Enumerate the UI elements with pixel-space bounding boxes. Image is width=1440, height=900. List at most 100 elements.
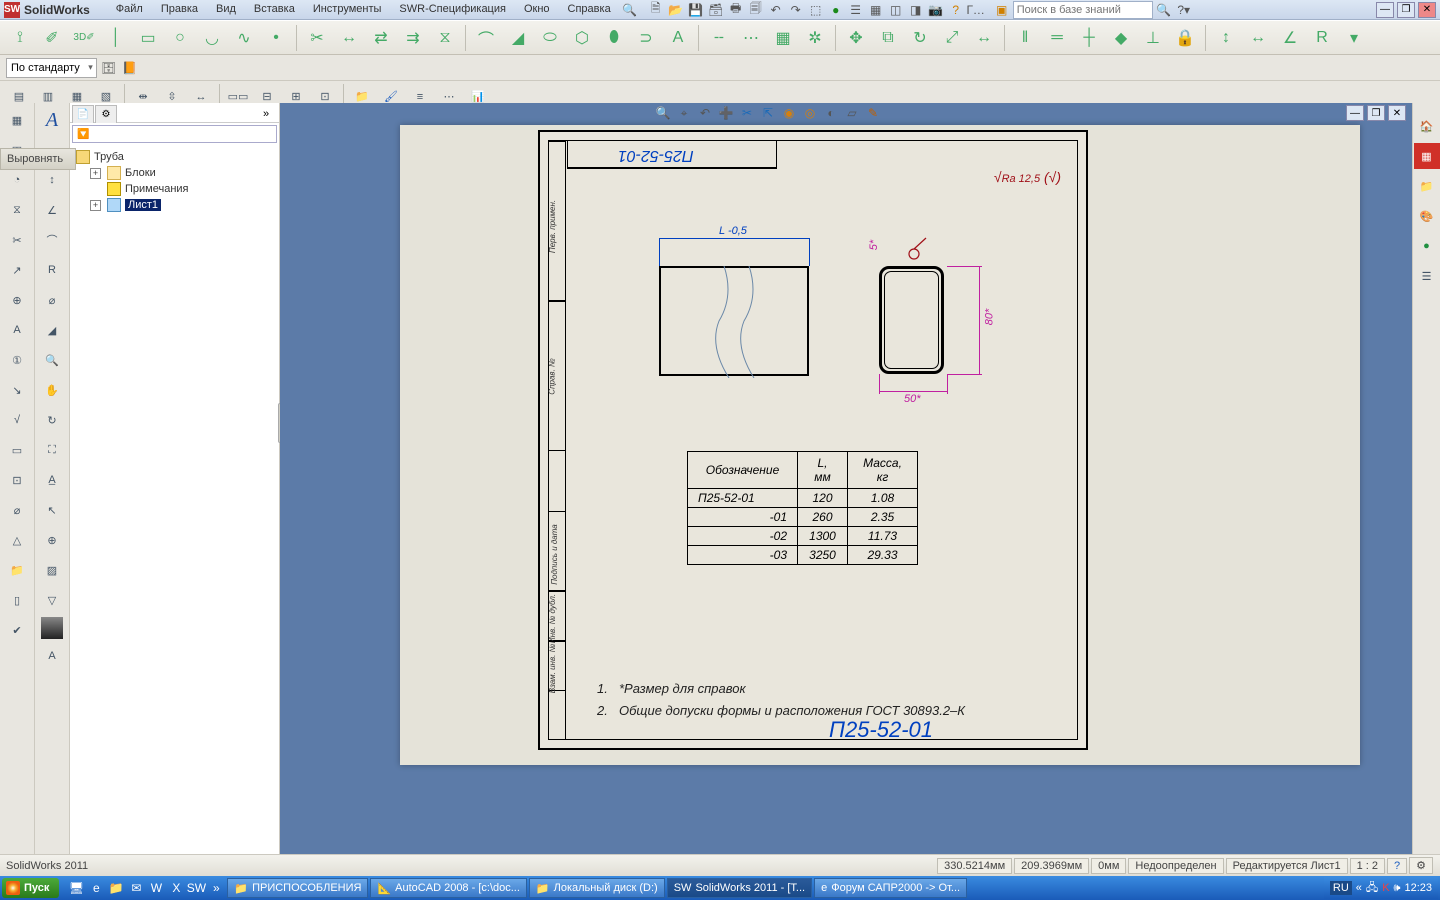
menu-swr-spec[interactable]: SWR-Спецификация xyxy=(391,1,514,19)
lang-indicator[interactable]: RU xyxy=(1330,881,1352,895)
window-tile-icon[interactable]: ▦ xyxy=(867,1,885,19)
tree-root[interactable]: Труба xyxy=(72,149,277,165)
task-folder[interactable]: 📁ПРИСПОСОБЛЕНИЯ xyxy=(227,878,368,898)
expand-icon[interactable]: + xyxy=(90,168,101,179)
menu-insert[interactable]: Вставка xyxy=(246,1,303,19)
quicklaunch-ie-icon[interactable]: e xyxy=(87,879,105,897)
tool-constraint-icon[interactable]: ◆ xyxy=(1107,24,1135,52)
quicklaunch-more-icon[interactable]: » xyxy=(207,879,225,897)
tree-sheet1[interactable]: +Лист1 xyxy=(72,197,277,213)
tool-slot-icon[interactable]: ⬭ xyxy=(536,24,564,52)
ltool-fit-icon[interactable]: ⛶ xyxy=(39,437,65,463)
ltool-box-a-icon[interactable]: A̲ xyxy=(39,467,65,493)
tool-sketch-icon[interactable]: ✐ xyxy=(38,24,66,52)
saveall-icon[interactable]: 🗃 xyxy=(707,1,725,19)
ltool-datum-icon[interactable]: ▭ xyxy=(4,437,30,463)
tray-av-icon[interactable]: K xyxy=(1382,882,1389,894)
ltool-a-icon[interactable]: A xyxy=(4,317,30,343)
drawing-canvas[interactable]: Перв. примен. Справ. № Подпись и дата Ин… xyxy=(400,125,1360,765)
ltool-hole-icon[interactable]: ⌀ xyxy=(4,497,30,523)
taskpane-home-icon[interactable]: 🏠 xyxy=(1414,113,1440,139)
tool-extend-icon[interactable]: ↔ xyxy=(335,24,363,52)
ltool-aux-icon[interactable]: ↗ xyxy=(4,257,30,283)
tray-net-icon[interactable]: 🖧 xyxy=(1366,879,1378,898)
tool-3dsketch-icon[interactable]: 3D✐ xyxy=(70,24,98,52)
ltool-angular-icon[interactable]: ∠ xyxy=(39,197,65,223)
ltool-sheet-icon[interactable]: ▯ xyxy=(4,587,30,613)
ltool-weld-icon[interactable]: ↘ xyxy=(4,377,30,403)
doc-restore-button[interactable]: ❐ xyxy=(1367,105,1385,121)
status-help-icon[interactable]: ? xyxy=(1387,858,1407,874)
status-scale[interactable]: 1 : 2 xyxy=(1350,858,1385,874)
tool-text-icon[interactable]: A xyxy=(664,24,692,52)
ltool-last-a-icon[interactable]: A xyxy=(39,643,65,669)
menu-tools[interactable]: Инструменты xyxy=(305,1,390,19)
tool-move-icon[interactable]: ✥ xyxy=(842,24,870,52)
ltool-leader-icon[interactable]: ↖ xyxy=(39,497,65,523)
doc-minimize-button[interactable]: — xyxy=(1346,105,1364,121)
tool-linear-pattern-icon[interactable]: ▦ xyxy=(769,24,797,52)
ltool-diameter-icon[interactable]: ⌀ xyxy=(39,287,65,313)
tool-mirror-icon[interactable]: ⧖ xyxy=(431,24,459,52)
quicklaunch-word-icon[interactable]: W xyxy=(147,879,165,897)
menu-file[interactable]: Файл xyxy=(108,1,151,19)
tool-circ-pattern-icon[interactable]: ✲ xyxy=(801,24,829,52)
ltool-detail-icon[interactable]: ◔ xyxy=(4,167,30,193)
tool-parabola-icon[interactable]: ⊃ xyxy=(632,24,660,52)
zoomfit-icon[interactable]: 🔍 xyxy=(654,104,672,122)
tool-dropdown-icon[interactable]: ▾ xyxy=(1340,24,1368,52)
ltool-pos-icon[interactable]: ⊕ xyxy=(4,287,30,313)
tool-relation-icon[interactable]: ⊥ xyxy=(1139,24,1167,52)
kb-go-icon[interactable]: 🔍 xyxy=(1155,1,1173,19)
kb-search-input[interactable] xyxy=(1013,1,1153,19)
tool-hdim-icon[interactable]: ↔ xyxy=(1244,24,1272,52)
options-icon[interactable]: ☰ xyxy=(847,1,865,19)
tool-fix-icon[interactable]: 🔒 xyxy=(1171,24,1199,52)
status-lock-icon[interactable]: ⚙ xyxy=(1409,857,1433,874)
ltool-radius-icon[interactable]: R xyxy=(39,257,65,283)
tool-line-icon[interactable]: │ xyxy=(102,24,130,52)
ltool-check-icon[interactable]: ✔ xyxy=(4,617,30,643)
taskpane-library-icon[interactable]: ▦ xyxy=(1414,143,1440,169)
display-icon[interactable]: ◉ xyxy=(780,104,798,122)
mdi-minimize-button[interactable]: — xyxy=(1376,2,1394,18)
new-icon[interactable]: 🗎 xyxy=(647,1,665,19)
kb-icon[interactable]: ▣ xyxy=(993,1,1011,19)
drawing-canvas-viewport[interactable]: 🔍 ⌖ ↶ ➕ ✂ ⇱ ◉ ◎ ◐ ▱ ✎ — ❐ ✕ Перв. примен… xyxy=(280,103,1440,854)
mdi-restore-button[interactable]: ❐ xyxy=(1397,2,1415,18)
orient-icon[interactable]: ⇱ xyxy=(759,104,777,122)
start-button[interactable]: Пуск xyxy=(2,878,59,898)
tool-smart-dim-icon[interactable]: ⟟ xyxy=(6,24,34,52)
menu-search-icon[interactable]: 🔍 xyxy=(621,1,639,19)
tool-align-v-icon[interactable]: ‖ xyxy=(1011,24,1039,52)
ltool-crop-icon[interactable]: ✂ xyxy=(4,227,30,253)
tree-tab-pin-icon[interactable]: » xyxy=(255,105,277,123)
hide-icon[interactable]: ◎ xyxy=(801,104,819,122)
quicklaunch-mail-icon[interactable]: ✉ xyxy=(127,879,145,897)
layers-icon[interactable]: 🗄 xyxy=(100,59,118,77)
tray-expand-icon[interactable]: « xyxy=(1356,882,1362,894)
ltool-gtol-icon[interactable]: ⊡ xyxy=(4,467,30,493)
ltool-zoom-icon[interactable]: 🔍 xyxy=(39,347,65,373)
standard-combo[interactable]: По стандарту xyxy=(6,58,97,78)
print-icon[interactable]: 🖶 xyxy=(727,1,745,19)
menu-help[interactable]: Справка xyxy=(560,1,619,19)
ltool-broken-icon[interactable]: ⧖ xyxy=(4,197,30,223)
tool-construction-icon[interactable]: ⋯ xyxy=(737,24,765,52)
tree-tab-feature-icon[interactable]: 📄 xyxy=(72,105,94,123)
quicklaunch-desktop-icon[interactable]: 🖥 xyxy=(67,879,85,897)
tool-copy-icon[interactable]: ⧉ xyxy=(874,24,902,52)
window-arrange-icon[interactable]: ◨ xyxy=(907,1,925,19)
help-icon[interactable]: ? xyxy=(947,1,965,19)
help-dropdown-icon[interactable]: ?▾ xyxy=(1175,1,1193,19)
rebuild-icon[interactable]: ● xyxy=(827,1,845,19)
tool-circle-icon[interactable]: ○ xyxy=(166,24,194,52)
tool-stretch-icon[interactable]: ↔ xyxy=(970,24,998,52)
taskpane-appearance-icon[interactable]: ● xyxy=(1414,233,1440,259)
tool-scale-icon[interactable]: ⤢ xyxy=(938,24,966,52)
edit-sketch-icon[interactable]: ✎ xyxy=(864,104,882,122)
screenshot-icon[interactable]: 📷 xyxy=(927,1,945,19)
menu-window[interactable]: Окно xyxy=(516,1,558,19)
quicklaunch-explorer-icon[interactable]: 📁 xyxy=(107,879,125,897)
tool-fillet-icon[interactable]: ⌒ xyxy=(472,24,500,52)
